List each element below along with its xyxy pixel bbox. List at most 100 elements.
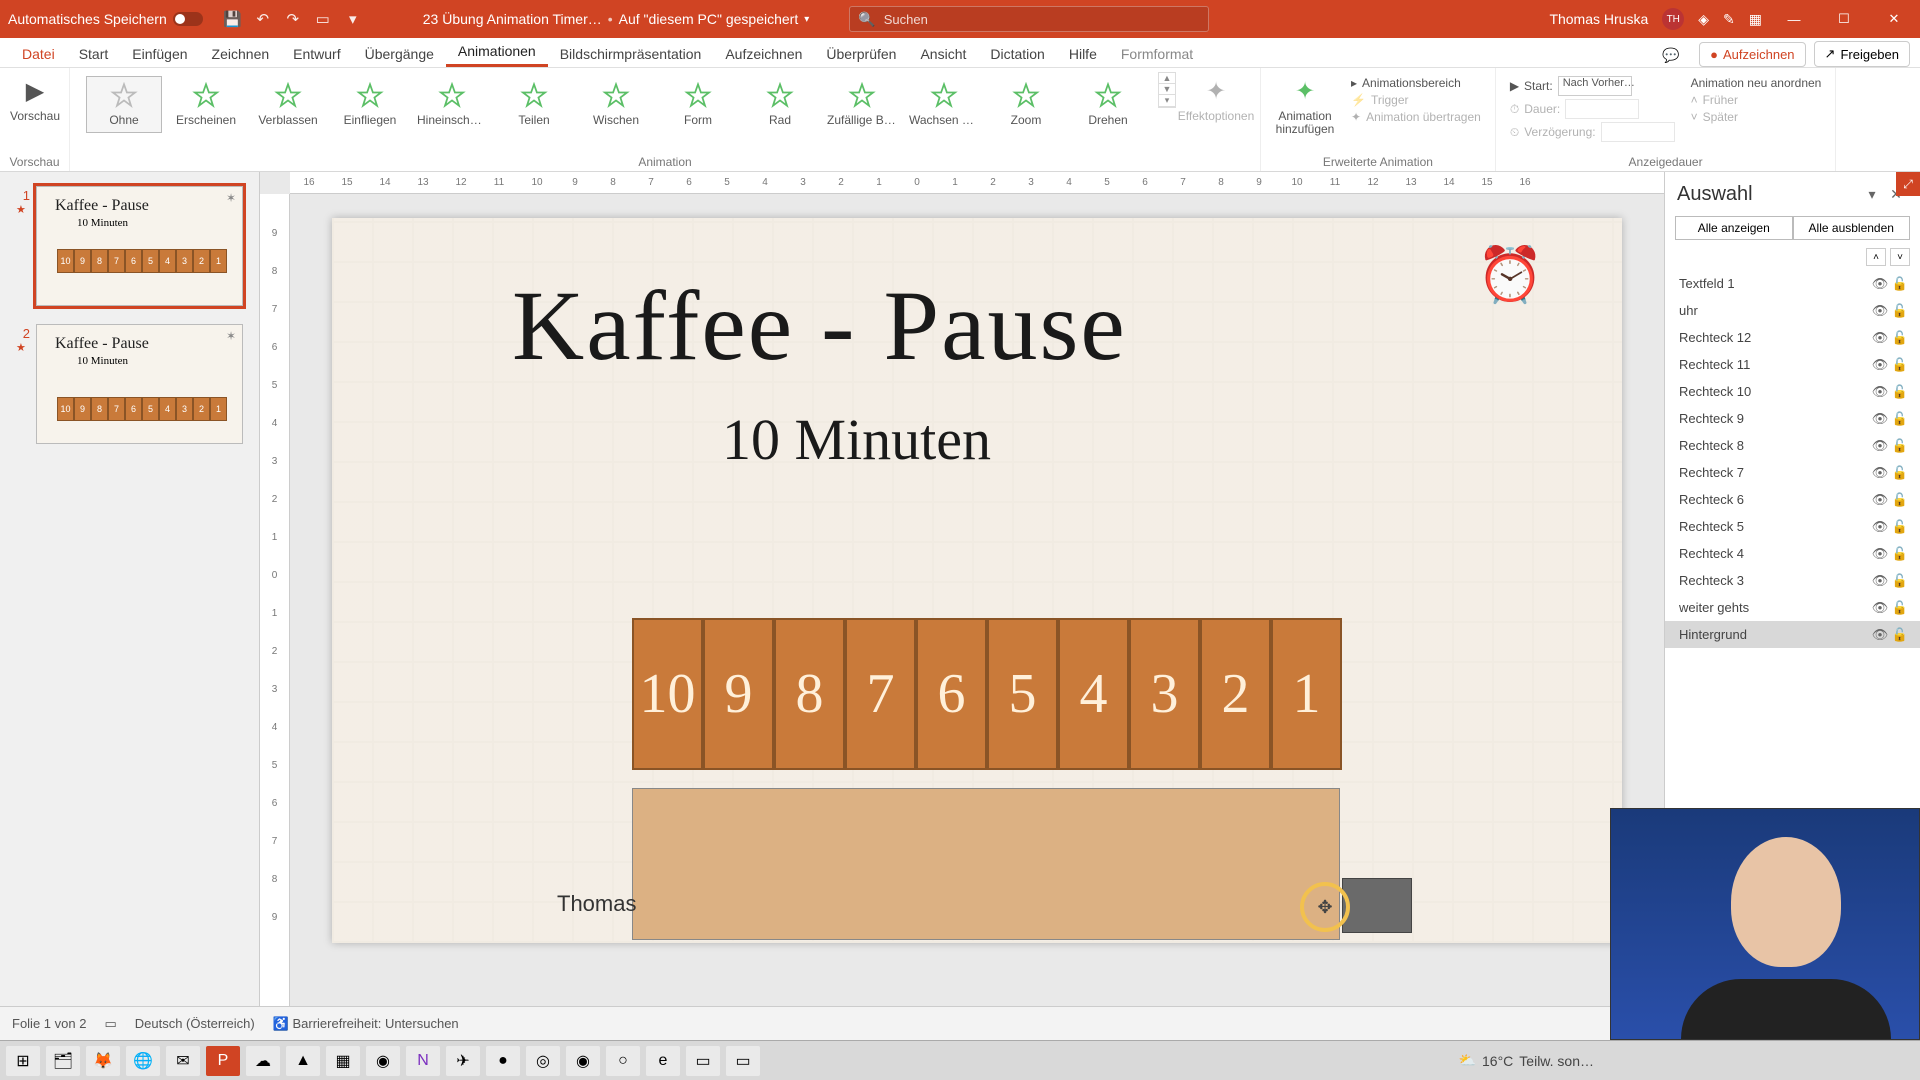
slide-canvas[interactable]: Kaffee - Pause 10 Minuten ⏰ 10987654321 … [332,218,1622,943]
tab-bildschirmpraesentation[interactable]: Bildschirmpräsentation [548,41,714,67]
weather-widget[interactable]: ⛅ 16°C Teilw. son… [1459,1052,1914,1069]
user-name-label[interactable]: Thomas Hruska [1549,11,1648,27]
search-box[interactable]: 🔍 [849,6,1209,32]
tab-entwurf[interactable]: Entwurf [281,41,352,67]
visibility-icon[interactable]: 👁 [1870,384,1890,400]
search-input[interactable] [884,12,1201,27]
selection-item[interactable]: Rechteck 3👁🔓 [1665,567,1920,594]
autosave-toggle[interactable]: Automatisches Speichern [8,11,203,27]
selection-item[interactable]: Hintergrund👁🔓 [1665,621,1920,648]
slide-counter[interactable]: Folie 1 von 2 [12,1016,86,1031]
selection-item[interactable]: Textfeld 1👁🔓 [1665,270,1920,297]
collapse-pane-icon[interactable]: ⤢ [1896,172,1920,196]
app-icon-4[interactable]: ● [486,1046,520,1076]
animation-wachsen u…[interactable]: Wachsen u… [906,76,982,133]
visibility-icon[interactable]: 👁 [1870,519,1890,535]
selection-item[interactable]: Rechteck 8👁🔓 [1665,432,1920,459]
accessibility-check[interactable]: ♿ Barrierefreiheit: Untersuchen [273,1016,459,1032]
timer-cell[interactable]: 6 [916,618,987,770]
lock-icon[interactable]: 🔓 [1890,357,1910,373]
selection-item[interactable]: Rechteck 12👁🔓 [1665,324,1920,351]
app-icon-8[interactable]: ▭ [726,1046,760,1076]
visibility-icon[interactable]: 👁 [1870,492,1890,508]
timer-cell[interactable]: 10 [632,618,703,770]
lock-icon[interactable]: 🔓 [1890,411,1910,427]
visibility-icon[interactable]: 👁 [1870,438,1890,454]
outlook-icon[interactable]: ✉ [166,1046,200,1076]
tab-formformat[interactable]: Formformat [1109,41,1205,67]
lock-icon[interactable]: 🔓 [1890,519,1910,535]
animation-gallery[interactable]: OhneErscheinenVerblassenEinfliegenHinein… [78,72,1154,137]
tab-uebergaenge[interactable]: Übergänge [353,41,446,67]
document-title[interactable]: 23 Übung Animation Timer… • Auf "diesem … [423,11,810,27]
animation-drehen[interactable]: Drehen [1070,76,1146,133]
tab-hilfe[interactable]: Hilfe [1057,41,1109,67]
app-icon-3[interactable]: ◉ [366,1046,400,1076]
user-avatar[interactable]: TH [1662,8,1684,30]
animation-einfliegen[interactable]: Einfliegen [332,76,408,133]
vlc-icon[interactable]: ▲ [286,1046,320,1076]
chrome-icon[interactable]: 🌐 [126,1046,160,1076]
windows-taskbar[interactable]: ⊞ 🗂 🦊 🌐 ✉ P ☁ ▲ ▦ ◉ N ✈ ● ◎ ◉ ○ e ▭ ▭ ⛅ … [0,1040,1920,1080]
lock-icon[interactable]: 🔓 [1890,573,1910,589]
timer-cell[interactable]: 4 [1058,618,1129,770]
gallery-scroll[interactable]: ▲▼▾ [1158,72,1176,108]
maximize-button[interactable]: ☐ [1826,4,1862,34]
lock-icon[interactable]: 🔓 [1890,303,1910,319]
animation-ohne[interactable]: Ohne [86,76,162,133]
slide-subtitle-text[interactable]: 10 Minuten [722,406,991,473]
animation-verblassen[interactable]: Verblassen [250,76,326,133]
timer-cell[interactable]: 2 [1200,618,1271,770]
tab-start[interactable]: Start [67,41,121,67]
undo-icon[interactable]: ↶ [253,9,273,29]
selection-item[interactable]: uhr👁🔓 [1665,297,1920,324]
lock-icon[interactable]: 🔓 [1890,627,1910,643]
animation-zufällige ba…[interactable]: Zufällige Ba… [824,76,900,133]
animation-teilen[interactable]: Teilen [496,76,572,133]
redo-icon[interactable]: ↷ [283,9,303,29]
present-from-start-icon[interactable]: ▭ [313,9,333,29]
pane-dropdown-icon[interactable]: ▾ [1860,182,1884,206]
animation-rad[interactable]: Rad [742,76,818,133]
app-icon-7[interactable]: ▭ [686,1046,720,1076]
quick-access-more-icon[interactable]: ▾ [343,9,363,29]
tab-aufzeichnen[interactable]: Aufzeichnen [713,41,814,67]
selection-item[interactable]: Rechteck 5👁🔓 [1665,513,1920,540]
timer-cell[interactable]: 1 [1271,618,1342,770]
onenote-icon[interactable]: N [406,1046,440,1076]
slide-thumbnails-panel[interactable]: 1★✶Kaffee - Pause10 Minuten109876543212★… [0,172,260,1006]
timer-cell[interactable]: 8 [774,618,845,770]
start-combo[interactable]: Nach Vorher… [1558,76,1632,96]
visibility-icon[interactable]: 👁 [1870,465,1890,481]
alarm-clock-icon[interactable]: ⏰ [1477,244,1544,307]
animation-pane-button[interactable]: ▸ Animationsbereich [1351,76,1481,90]
lock-icon[interactable]: 🔓 [1890,384,1910,400]
animation-hineinschw…[interactable]: Hineinschw… [414,76,490,133]
app-icon-2[interactable]: ▦ [326,1046,360,1076]
selection-item[interactable]: Rechteck 11👁🔓 [1665,351,1920,378]
move-down-icon[interactable]: ˅ [1890,248,1910,266]
save-icon[interactable]: 💾 [223,9,243,29]
animation-wischen[interactable]: Wischen [578,76,654,133]
timer-cell[interactable]: 5 [987,618,1058,770]
selection-item[interactable]: Rechteck 7👁🔓 [1665,459,1920,486]
slide-thumbnail[interactable]: ✶Kaffee - Pause10 Minuten10987654321 [36,186,243,306]
lock-icon[interactable]: 🔓 [1890,276,1910,292]
timer-cell[interactable]: 3 [1129,618,1200,770]
selection-item[interactable]: Rechteck 4👁🔓 [1665,540,1920,567]
app-icon-6[interactable]: ○ [606,1046,640,1076]
app-icon[interactable]: ☁ [246,1046,280,1076]
embedded-thumbnail[interactable] [1342,878,1412,933]
selection-item[interactable]: Rechteck 9👁🔓 [1665,405,1920,432]
slide-thumbnail[interactable]: ✶Kaffee - Pause10 Minuten10987654321 [36,324,243,444]
coming-soon-icon[interactable]: ◈ [1698,11,1709,28]
close-button[interactable]: ✕ [1876,4,1912,34]
visibility-icon[interactable]: 👁 [1870,573,1890,589]
share-button[interactable]: ↗Freigeben [1814,41,1910,67]
slide-editor[interactable]: 1615141312111098765432101234567891011121… [260,172,1664,1006]
add-animation-button[interactable]: ✦Animation hinzufügen [1269,72,1341,140]
tab-einfuegen[interactable]: Einfügen [120,41,199,67]
minimize-button[interactable]: — [1776,4,1812,34]
visibility-icon[interactable]: 👁 [1870,357,1890,373]
lock-icon[interactable]: 🔓 [1890,600,1910,616]
